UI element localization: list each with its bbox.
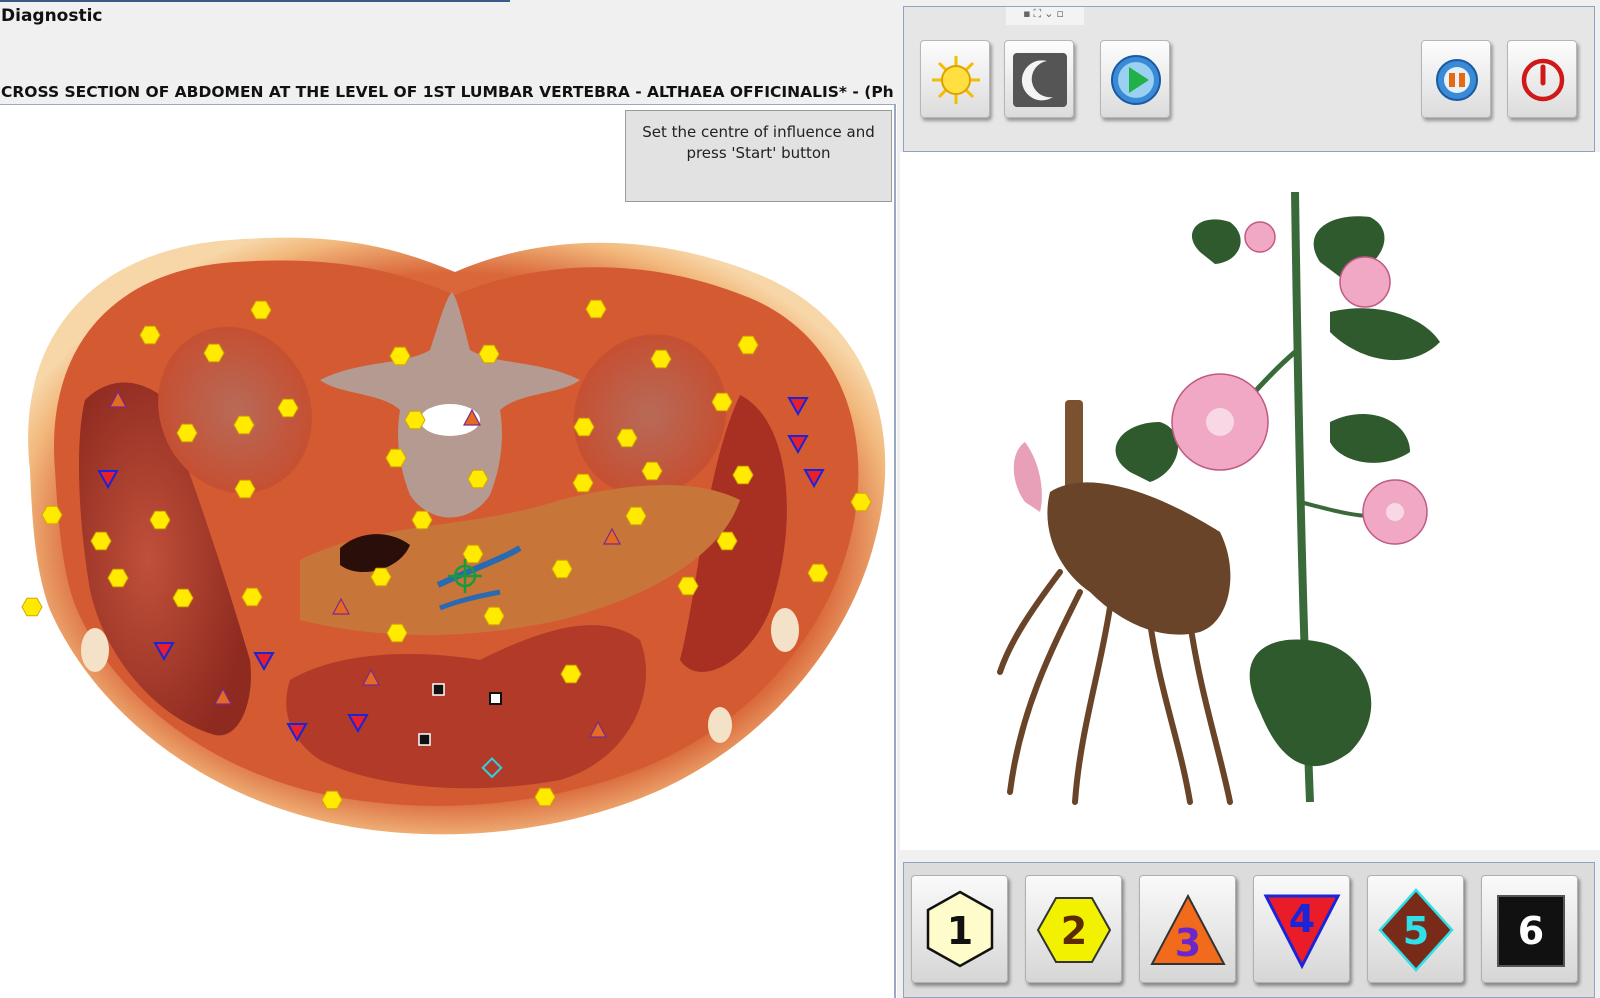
hexagon-marker [467, 469, 489, 489]
hexagon-marker [386, 623, 408, 643]
day-mode-button[interactable] [920, 40, 990, 118]
square-marker-icon: 6 [1497, 895, 1565, 967]
toolbar: ▪⛶⌄▫ [903, 6, 1595, 152]
hexagon-marker [277, 398, 299, 418]
hexagon-marker [677, 576, 699, 596]
night-mode-button[interactable] [1004, 40, 1074, 118]
moon-icon [1013, 53, 1067, 107]
hexagon-marker [716, 531, 738, 551]
hexagon-marker [551, 559, 573, 579]
hexagon-marker [241, 587, 263, 607]
marker-6-button[interactable]: 6 [1481, 875, 1578, 983]
hexagon-marker [625, 506, 647, 526]
hexagon-marker [389, 346, 411, 366]
diagnostic-panel: Diagnostic CROSS SECTION OF ABDOMEN AT T… [0, 0, 897, 998]
audio-button[interactable] [1421, 40, 1491, 118]
marker-6-label: 6 [1518, 909, 1544, 953]
marker-4-label: 4 [1289, 897, 1315, 941]
hexagon-marker [560, 664, 582, 684]
hexagon-marker [616, 428, 638, 448]
hint-line-1: Set the centre of influence and [642, 123, 875, 141]
triangle-down-marker-icon: 4 [1263, 894, 1341, 970]
hexagon-marker [807, 563, 829, 583]
hexagon-marker [41, 505, 63, 525]
hexagon-marker [234, 479, 256, 499]
marker-5-label: 5 [1403, 909, 1429, 953]
plant-illustration-area [900, 152, 1600, 850]
hexagon-marker-icon: 1 [926, 890, 994, 968]
hexagon-marker [650, 349, 672, 369]
window-controls[interactable]: ▪⛶⌄▫ [1006, 7, 1084, 25]
hexagon-marker [250, 300, 272, 320]
right-panel: ▪⛶⌄▫ 1 2 3 4 5 6 [900, 0, 1600, 998]
marker-toolbar: 1 2 3 4 5 6 [903, 862, 1595, 998]
hexagon-marker [483, 606, 505, 626]
hexagon-marker [321, 790, 343, 810]
marker-2-button[interactable]: 2 [1025, 875, 1122, 983]
hexagon-marker [203, 343, 225, 363]
sun-icon [932, 56, 980, 104]
hexagon-marker [641, 461, 663, 481]
marker-5-button[interactable]: 5 [1367, 875, 1464, 983]
hint-box: Set the centre of influence and press 'S… [625, 110, 892, 202]
hexagon-marker [478, 344, 500, 364]
power-icon [1521, 58, 1565, 102]
hexagon-marker [172, 588, 194, 608]
marker-1-button[interactable]: 1 [911, 875, 1008, 983]
diamond-marker-icon: 5 [1378, 888, 1454, 972]
hexagon-marker [176, 423, 198, 443]
hint-line-2: press 'Start' button [686, 144, 831, 162]
marker-2-label: 2 [1061, 909, 1087, 953]
triangle-up-marker-icon: 3 [1150, 893, 1226, 965]
hexagon-marker [534, 787, 556, 807]
hexagon-marker [149, 510, 171, 530]
hexagon-marker [737, 335, 759, 355]
marker-1-label: 1 [947, 909, 973, 953]
marker-3-button[interactable]: 3 [1139, 875, 1236, 983]
hexagon-marker [233, 415, 255, 435]
hexagon-marker [370, 567, 392, 587]
play-icon [1111, 55, 1161, 105]
hexagon-marker [139, 325, 161, 345]
power-button[interactable] [1507, 40, 1577, 118]
hexagon-marker [850, 492, 872, 512]
hexagon-marker [90, 531, 112, 551]
hexagon-marker [385, 448, 407, 468]
hexagon-marker [411, 510, 433, 530]
hexagon-marker [711, 392, 733, 412]
speaker-icon [1436, 59, 1478, 101]
hexagon-marker [732, 465, 754, 485]
abdomen-cross-section [28, 237, 886, 835]
hexagon-marker [585, 299, 607, 319]
althaea-plant-illustration [997, 191, 1440, 805]
start-button[interactable] [1100, 40, 1170, 118]
hexagon-marker [404, 410, 426, 430]
hexagon-marker [573, 417, 595, 437]
hexagon-marker [572, 473, 594, 493]
hexagon-filled-marker-icon: 2 [1036, 897, 1112, 963]
hexagon-marker [21, 597, 43, 617]
marker-4-button[interactable]: 4 [1253, 875, 1350, 983]
hexagon-marker [107, 568, 129, 588]
marker-3-label: 3 [1175, 921, 1201, 965]
